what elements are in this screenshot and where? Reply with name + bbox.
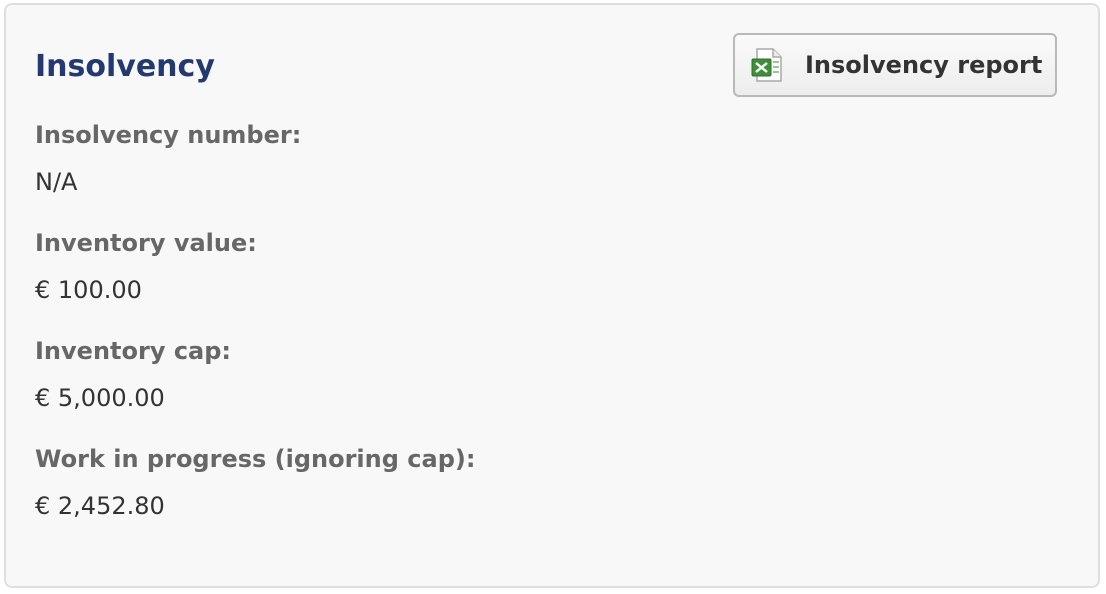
insolvency-number-field: Insolvency number: N/A <box>35 120 301 197</box>
inventory-value-value: € 100.00 <box>35 276 142 304</box>
insolvency-panel: Insolvency Insolvency report Insolvency … <box>4 3 1100 588</box>
insolvency-number-label: Insolvency number: <box>35 121 302 149</box>
inventory-value-label: Inventory value: <box>35 229 257 257</box>
spreadsheet-icon <box>751 47 785 83</box>
inventory-cap-label: Inventory cap: <box>35 337 232 365</box>
work-in-progress-label: Work in progress (ignoring cap): <box>35 445 476 473</box>
inventory-cap-field: Inventory cap: € 5,000.00 <box>35 336 231 413</box>
insolvency-number-value: N/A <box>35 168 78 196</box>
panel-title: Insolvency <box>35 49 215 84</box>
work-in-progress-value: € 2,452.80 <box>35 492 165 520</box>
insolvency-report-button[interactable]: Insolvency report <box>733 33 1057 97</box>
inventory-cap-value: € 5,000.00 <box>35 384 165 412</box>
work-in-progress-field: Work in progress (ignoring cap): € 2,452… <box>35 444 475 521</box>
insolvency-report-label: Insolvency report <box>805 51 1043 79</box>
inventory-value-field: Inventory value: € 100.00 <box>35 228 257 305</box>
